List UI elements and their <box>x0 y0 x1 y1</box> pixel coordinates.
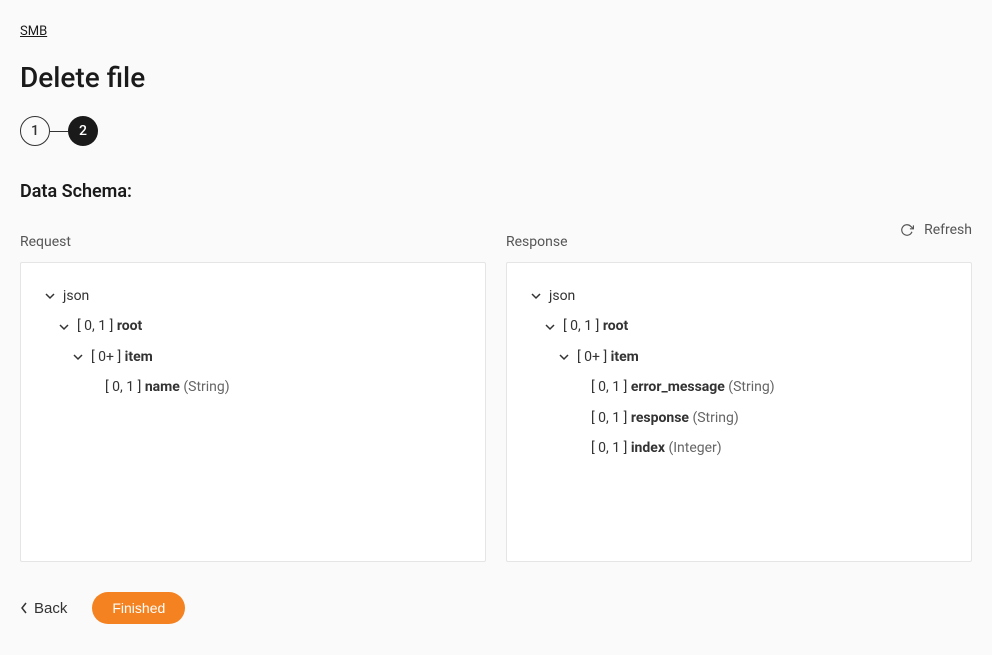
finished-button[interactable]: Finished <box>92 592 185 624</box>
json-label: json <box>549 285 575 307</box>
tree-node-json[interactable]: json <box>519 281 959 311</box>
breadcrumb[interactable]: SMB <box>20 24 47 39</box>
chevron-down-icon[interactable] <box>43 291 57 301</box>
item-cardinality: [ 0+ ] item <box>91 346 153 368</box>
tree-node-item[interactable]: [ 0+ ] item <box>33 342 473 372</box>
chevron-left-icon <box>20 602 28 614</box>
tree-node-error-message[interactable]: [ 0, 1 ] error_message (String) <box>519 372 959 402</box>
back-button[interactable]: Back <box>20 600 67 617</box>
request-panel: json [ 0, 1 ] root [ 0+ ] item [ 0, 1 ] … <box>20 262 486 562</box>
chevron-down-icon[interactable] <box>557 352 571 362</box>
chevron-down-icon[interactable] <box>57 322 71 332</box>
footer-buttons: Back Finished <box>20 592 972 624</box>
item-cardinality: [ 0+ ] item <box>577 346 639 368</box>
schema-panels: Request json [ 0, 1 ] root [ 0+ ] item <box>20 238 972 562</box>
tree-node-response[interactable]: [ 0, 1 ] response (String) <box>519 403 959 433</box>
stepper: 1 2 <box>20 116 972 146</box>
root-cardinality: [ 0, 1 ] root <box>563 315 628 337</box>
tree-node-root[interactable]: [ 0, 1 ] root <box>33 311 473 341</box>
tree-node-json[interactable]: json <box>33 281 473 311</box>
tree-node-name[interactable]: [ 0, 1 ] name (String) <box>33 372 473 402</box>
request-panel-group: Request json [ 0, 1 ] root [ 0+ ] item <box>20 238 486 562</box>
response-label: Response <box>506 234 972 250</box>
json-label: json <box>63 285 89 307</box>
index-field: [ 0, 1 ] index (Integer) <box>591 437 722 459</box>
response-field: [ 0, 1 ] response (String) <box>591 407 739 429</box>
section-title: Data Schema: <box>20 181 972 202</box>
back-label: Back <box>34 600 67 617</box>
error-message-field: [ 0, 1 ] error_message (String) <box>591 376 775 398</box>
tree-node-root[interactable]: [ 0, 1 ] root <box>519 311 959 341</box>
chevron-down-icon[interactable] <box>529 291 543 301</box>
page-title: Delete file <box>20 61 972 94</box>
chevron-down-icon[interactable] <box>71 352 85 362</box>
chevron-down-icon[interactable] <box>543 322 557 332</box>
name-field: [ 0, 1 ] name (String) <box>105 376 230 398</box>
tree-node-index[interactable]: [ 0, 1 ] index (Integer) <box>519 433 959 463</box>
response-panel-group: Response json [ 0, 1 ] root [ 0+ ] item <box>506 238 972 562</box>
step-1[interactable]: 1 <box>20 116 50 146</box>
request-label: Request <box>20 234 486 250</box>
step-2: 2 <box>68 116 98 146</box>
response-panel: json [ 0, 1 ] root [ 0+ ] item [ 0, 1 ] … <box>506 262 972 562</box>
root-cardinality: [ 0, 1 ] root <box>77 315 142 337</box>
tree-node-item[interactable]: [ 0+ ] item <box>519 342 959 372</box>
step-connector <box>50 131 68 132</box>
